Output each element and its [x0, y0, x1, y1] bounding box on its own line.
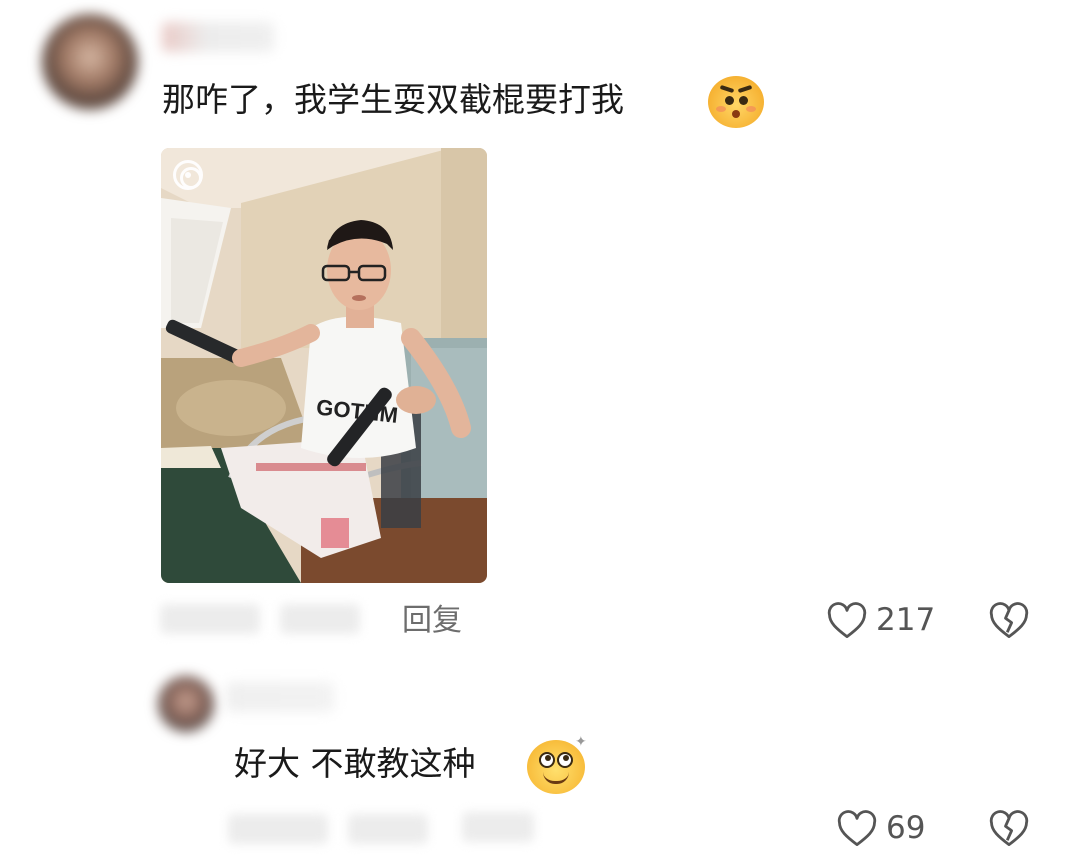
like-count: 217: [876, 602, 936, 638]
location-redacted: [280, 604, 360, 634]
face-with-raised-brows-emoji: [708, 76, 764, 128]
broken-heart-icon: [989, 602, 1029, 639]
comment-text: 那咋了，我学生耍双截棍要打我: [162, 80, 624, 119]
avatar[interactable]: [42, 14, 138, 110]
like-button[interactable]: 217: [826, 600, 935, 640]
dislike-button[interactable]: [988, 808, 1030, 852]
live-photo-icon[interactable]: [173, 160, 203, 190]
username-redacted[interactable]: [162, 22, 274, 52]
reply-button-redacted[interactable]: [462, 812, 534, 842]
like-count: 69: [886, 810, 926, 846]
broken-heart-icon: [989, 810, 1029, 847]
photo-content: GOTNM: [161, 148, 487, 583]
location-redacted: [348, 814, 428, 844]
timestamp-redacted: [228, 814, 328, 844]
timestamp-redacted: [160, 604, 260, 634]
username-redacted[interactable]: [226, 682, 334, 712]
like-button[interactable]: 69: [836, 808, 925, 848]
comment-text: 好大 不敢教这种: [234, 744, 476, 783]
dislike-button[interactable]: [988, 600, 1030, 644]
googly-eyes-emoji: ✦: [527, 734, 587, 794]
heart-outline-icon: [837, 810, 877, 847]
heart-outline-icon: [827, 602, 867, 639]
comment-photo[interactable]: GOTNM: [161, 148, 487, 583]
avatar[interactable]: [158, 676, 214, 732]
reply-button[interactable]: 回复: [402, 603, 462, 639]
